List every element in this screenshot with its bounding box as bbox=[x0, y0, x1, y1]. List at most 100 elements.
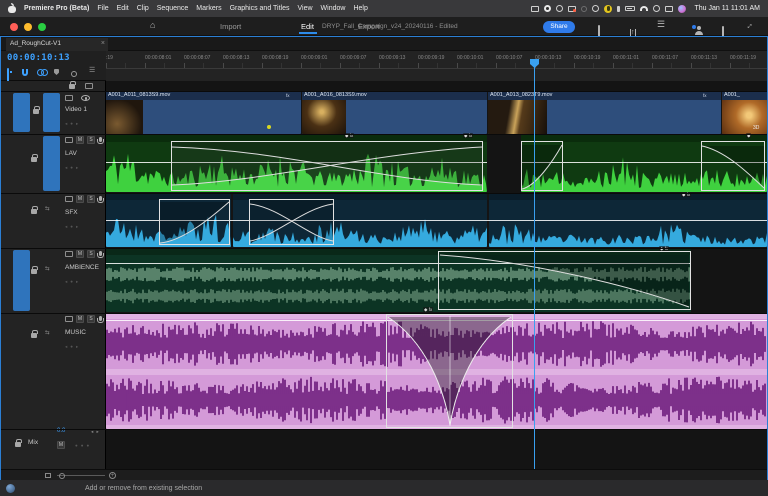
siri-icon[interactable] bbox=[678, 5, 686, 13]
v2-output-icon[interactable] bbox=[85, 83, 93, 89]
a3-sync-lock-icon[interactable]: ⇆ bbox=[45, 266, 50, 272]
a3-insert-icon[interactable] bbox=[65, 251, 73, 257]
bluetooth-icon[interactable] bbox=[617, 6, 620, 12]
menu-item[interactable]: Help bbox=[353, 5, 367, 12]
home-icon[interactable]: ⌂ bbox=[150, 20, 155, 30]
a1-mute-button[interactable]: M bbox=[76, 136, 84, 144]
time-ruler[interactable]: :1900:00:08:0100:00:08:0700:00:08:1300:0… bbox=[106, 51, 767, 81]
a3-track-name[interactable]: AMBIENCE bbox=[65, 264, 99, 271]
a4-sync-lock-icon[interactable]: ⇆ bbox=[45, 330, 50, 336]
a3-source-patch[interactable] bbox=[13, 250, 30, 311]
display-icon[interactable] bbox=[531, 6, 539, 12]
share-button[interactable]: Share bbox=[543, 21, 575, 33]
maximize-window-button[interactable] bbox=[38, 23, 46, 31]
music-fx-chip[interactable]: ◆ fx bbox=[423, 307, 433, 312]
mix-track-name[interactable]: Mix bbox=[28, 439, 38, 446]
keyboard-battery-icon[interactable] bbox=[625, 6, 635, 11]
do-not-disturb-icon[interactable] bbox=[581, 6, 587, 12]
list-icon[interactable]: ☰ bbox=[657, 19, 665, 29]
v1-track-name[interactable]: Video 1 bbox=[65, 106, 87, 113]
v1-toggle-output-eye-icon[interactable] bbox=[81, 95, 90, 101]
menu-item[interactable]: Window bbox=[321, 5, 346, 12]
a2-sync-lock-icon[interactable]: ⇆ bbox=[45, 206, 50, 212]
video-clip-4[interactable]: A001_ bbox=[722, 91, 767, 134]
a1-voiceover-mic-icon[interactable] bbox=[99, 137, 102, 142]
a1-solo-button[interactable]: S bbox=[87, 136, 95, 144]
apple-menu-icon[interactable] bbox=[8, 4, 16, 13]
menu-item[interactable]: File bbox=[97, 5, 108, 12]
mix-mute-button[interactable]: M bbox=[57, 441, 65, 449]
v1-lock-icon[interactable] bbox=[33, 109, 39, 114]
menu-item[interactable]: Sequence bbox=[157, 5, 189, 12]
minimize-window-button[interactable] bbox=[24, 23, 32, 31]
a4-keyframe-nav[interactable]: ◂●▸ bbox=[65, 344, 81, 350]
a3-lock-icon[interactable] bbox=[31, 269, 37, 274]
a1-track-name[interactable]: LAV bbox=[65, 150, 77, 157]
menu-item[interactable]: View bbox=[298, 5, 313, 12]
a4-solo-button[interactable]: S bbox=[87, 315, 95, 323]
playhead-timecode[interactable]: 00:00:10:13 bbox=[7, 53, 70, 63]
sync-icon[interactable] bbox=[592, 5, 599, 12]
playhead-line[interactable] bbox=[534, 61, 535, 469]
sequence-tab[interactable]: Ad_RoughCut-V1 × bbox=[6, 38, 108, 51]
assistant-icon[interactable] bbox=[604, 5, 612, 13]
a2-solo-button[interactable]: S bbox=[87, 195, 95, 203]
search-icon[interactable] bbox=[653, 5, 660, 12]
v2-lock-icon[interactable] bbox=[69, 84, 75, 89]
snap-icon[interactable] bbox=[22, 69, 28, 76]
fullscreen-icon[interactable]: ↔ bbox=[742, 18, 755, 31]
close-window-button[interactable] bbox=[10, 23, 18, 31]
a4-mute-button[interactable]: M bbox=[76, 315, 84, 323]
zoom-out-icon[interactable] bbox=[45, 473, 51, 478]
zoom-in-icon[interactable]: + bbox=[109, 472, 116, 479]
sync-status-icon[interactable] bbox=[6, 484, 15, 493]
a1-target-patch[interactable] bbox=[43, 136, 60, 191]
v1-keyframe-nav[interactable]: ◂●▸ bbox=[65, 121, 81, 127]
timeline-menu-icon[interactable]: ☰ bbox=[89, 67, 95, 75]
ruler-baseline bbox=[106, 68, 767, 69]
a3-solo-button[interactable]: S bbox=[87, 250, 95, 258]
a4-insert-icon[interactable] bbox=[65, 316, 73, 322]
a4-lock-icon[interactable] bbox=[31, 333, 37, 338]
mix-lock-icon[interactable] bbox=[15, 442, 21, 447]
a3-keyframe-nav[interactable]: ◂●▸ bbox=[65, 279, 81, 285]
menubar-clock[interactable]: Thu Jan 11 11:01 AM bbox=[694, 5, 760, 12]
a3-voiceover-mic-icon[interactable] bbox=[99, 251, 102, 256]
a1-lock-icon[interactable] bbox=[31, 157, 37, 162]
menu-item[interactable]: Edit bbox=[117, 5, 129, 12]
v1-target-patch[interactable] bbox=[43, 93, 60, 132]
a4-track-name[interactable]: MUSIC bbox=[65, 329, 86, 336]
add-marker-icon[interactable] bbox=[54, 69, 59, 75]
tab-import[interactable]: Import bbox=[220, 22, 241, 31]
clip-marker-dot[interactable] bbox=[267, 125, 271, 129]
video-clip-2[interactable]: A001_A016_0813S9.mov bbox=[302, 91, 487, 134]
a2-lock-icon[interactable] bbox=[31, 209, 37, 214]
wifi-icon[interactable] bbox=[640, 6, 648, 11]
a2-insert-icon[interactable] bbox=[65, 196, 73, 202]
screen-record-icon[interactable] bbox=[544, 5, 551, 12]
a2-track-name[interactable]: SFX bbox=[65, 209, 78, 216]
zoom-slider-handle[interactable] bbox=[59, 473, 65, 479]
v1-insert-icon[interactable] bbox=[65, 95, 73, 101]
a2-mute-button[interactable]: M bbox=[76, 195, 84, 203]
app-menu-title[interactable]: Premiere Pro (Beta) bbox=[24, 5, 89, 12]
color-swatch-icon[interactable] bbox=[568, 6, 576, 12]
a4-voiceover-mic-icon[interactable] bbox=[99, 316, 102, 321]
menu-item[interactable]: Graphics and Titles bbox=[230, 5, 290, 12]
a1-keyframe-nav[interactable]: ◂●▸ bbox=[65, 165, 81, 171]
video-clip-3[interactable]: A001_A013_0823T9.mov bbox=[488, 91, 721, 134]
v1-source-patch[interactable] bbox=[13, 93, 30, 132]
video-clip-1[interactable]: A001_A011_0813S9.mov bbox=[106, 91, 301, 134]
a1-insert-icon[interactable] bbox=[65, 137, 73, 143]
control-center-icon[interactable] bbox=[665, 6, 673, 12]
menu-item[interactable]: Markers bbox=[196, 5, 221, 12]
ruler-label: :19 bbox=[106, 51, 145, 61]
a2-voiceover-mic-icon[interactable] bbox=[99, 196, 102, 201]
tab-edit[interactable]: Edit bbox=[301, 22, 314, 31]
a3-mute-button[interactable]: M bbox=[76, 250, 84, 258]
menu-item[interactable]: Clip bbox=[137, 5, 149, 12]
close-sequence-icon[interactable]: × bbox=[101, 40, 105, 47]
a2-keyframe-nav[interactable]: ◂●▸ bbox=[65, 224, 81, 230]
apps-icon[interactable] bbox=[556, 5, 563, 12]
mix-extra-buttons[interactable]: ●●● bbox=[75, 443, 92, 448]
